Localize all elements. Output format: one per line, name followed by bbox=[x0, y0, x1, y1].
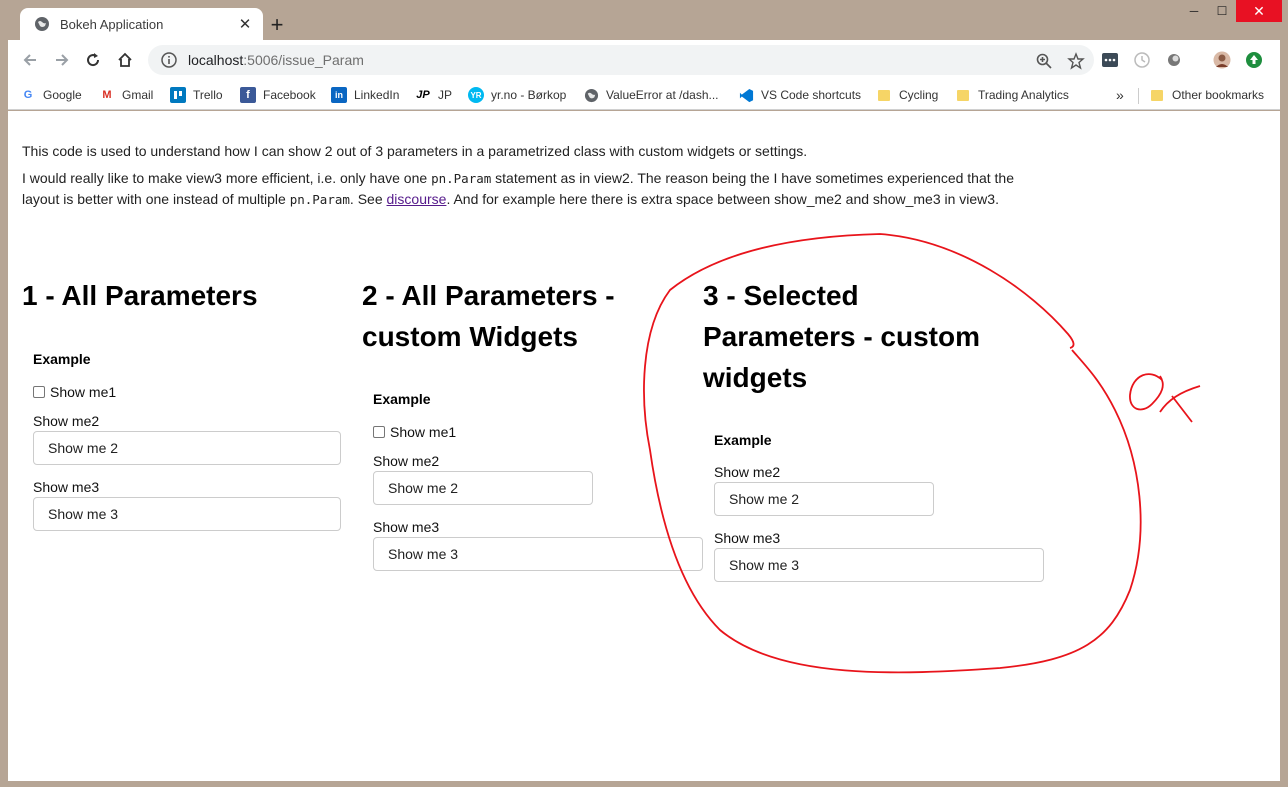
bookmarks-bar: G Google M Gmail Trello f Facebook in Linked… bbox=[8, 80, 1280, 110]
forward-button[interactable] bbox=[50, 48, 74, 72]
minimize-button[interactable]: ─ bbox=[1180, 0, 1208, 22]
example-title: Example bbox=[373, 391, 431, 407]
show-me3-input[interactable]: Show me 3 bbox=[714, 548, 1044, 582]
show-me3-label: Show me3 bbox=[714, 530, 781, 546]
home-icon bbox=[118, 52, 132, 67]
show-me1-checkbox-row[interactable]: Show me1 bbox=[33, 381, 341, 403]
show-me1-checkbox[interactable] bbox=[373, 426, 385, 438]
gmail-icon: M bbox=[102, 89, 112, 101]
show-me2-label: Show me2 bbox=[373, 453, 440, 469]
arrow-left-icon bbox=[23, 54, 36, 66]
update-icon[interactable] bbox=[1245, 51, 1263, 69]
bookmarks-overflow-button[interactable]: » bbox=[1116, 85, 1124, 105]
avatar[interactable] bbox=[1213, 51, 1231, 69]
browser-tab[interactable]: Bokeh Application ✕ bbox=[20, 8, 263, 40]
show-me3-input[interactable]: Show me 3 bbox=[33, 497, 341, 531]
tab-close-button[interactable]: ✕ bbox=[235, 14, 255, 34]
column-2: 2 - All Parameters - custom Widgets Exam… bbox=[362, 275, 703, 571]
folder-icon bbox=[1149, 87, 1165, 103]
timer-extension-icon[interactable] bbox=[1133, 51, 1151, 69]
intro-section: This code is used to understand how I ca… bbox=[22, 141, 1022, 210]
reload-button[interactable] bbox=[81, 48, 105, 72]
zoom-icon[interactable] bbox=[1035, 52, 1053, 70]
address-bar[interactable]: localhost:5006/issue_Param bbox=[148, 45, 1094, 75]
param-panel-3: Example Show me2 Show me 2 Show me3 Show… bbox=[714, 432, 1044, 582]
column-1: 1 - All Parameters Example Show me1 Show… bbox=[22, 275, 352, 531]
extension-icon[interactable] bbox=[1101, 51, 1119, 69]
show-me2-label: Show me2 bbox=[714, 464, 781, 480]
google-icon: G bbox=[23, 89, 33, 101]
column-3-heading: 3 - Selected Parameters - custom widgets bbox=[703, 280, 981, 393]
folder-icon bbox=[955, 87, 971, 103]
show-me1-label: Show me1 bbox=[50, 384, 117, 400]
reload-icon bbox=[87, 53, 100, 67]
bookmark-trello[interactable]: Trello bbox=[170, 85, 223, 105]
description-paragraph: I would really like to make view3 more e… bbox=[22, 170, 1014, 207]
bookmark-gmail[interactable]: M Gmail bbox=[99, 85, 153, 105]
param-panel-2: Example Show me1 Show me2 Show me 2 Show… bbox=[373, 391, 703, 571]
bookmark-jp[interactable]: JP JP bbox=[415, 85, 452, 105]
browser-toolbar: localhost:5006/issue_Param bbox=[8, 40, 1280, 80]
show-me3-label: Show me3 bbox=[373, 519, 440, 535]
globe-icon bbox=[583, 87, 599, 103]
maximize-button[interactable]: ☐ bbox=[1208, 0, 1236, 22]
facebook-icon: f bbox=[240, 87, 256, 103]
globe-icon bbox=[35, 17, 49, 31]
page-viewport: This code is used to understand how I ca… bbox=[8, 111, 1280, 781]
show-me2-label: Show me2 bbox=[33, 413, 100, 429]
example-title: Example bbox=[714, 432, 772, 448]
info-icon[interactable] bbox=[160, 51, 178, 69]
show-me1-checkbox[interactable] bbox=[33, 386, 45, 398]
bookmark-yr[interactable]: YR yr.no - Børkop bbox=[468, 85, 566, 105]
new-tab-button[interactable]: + bbox=[265, 12, 289, 37]
show-me1-label: Show me1 bbox=[390, 424, 457, 440]
jp-icon: JP bbox=[416, 89, 430, 101]
bookmark-facebook[interactable]: f Facebook bbox=[240, 85, 316, 105]
tab-strip: Bokeh Application ✕ + ─ ☐ ✕ bbox=[0, 0, 1282, 40]
folder-icon bbox=[876, 87, 892, 103]
bookmark-vscode[interactable]: VS Code shortcuts bbox=[738, 85, 861, 105]
intro-paragraph: This code is used to understand how I ca… bbox=[22, 143, 808, 159]
show-me2-input[interactable]: Show me 2 bbox=[373, 471, 593, 505]
discourse-link[interactable]: discourse bbox=[387, 191, 447, 207]
back-button[interactable] bbox=[18, 48, 42, 72]
column-1-heading: 1 - All Parameters bbox=[22, 280, 258, 311]
circle-extension-icon[interactable] bbox=[1165, 51, 1183, 69]
code-pn-param: pn.Param bbox=[289, 192, 350, 207]
home-button[interactable] bbox=[113, 48, 137, 72]
vscode-icon bbox=[738, 87, 754, 103]
bookmark-valueerror[interactable]: ValueError at /dash... bbox=[583, 85, 719, 105]
bookmark-cycling[interactable]: Cycling bbox=[876, 85, 938, 105]
column-2-heading: 2 - All Parameters - custom Widgets bbox=[362, 280, 615, 352]
star-icon[interactable] bbox=[1067, 52, 1085, 70]
example-title: Example bbox=[33, 351, 91, 367]
url-text[interactable]: localhost:5006/issue_Param bbox=[188, 52, 1094, 68]
window-close-button[interactable]: ✕ bbox=[1236, 0, 1282, 22]
linkedin-icon: in bbox=[331, 87, 347, 103]
bookmark-google[interactable]: G Google bbox=[20, 85, 82, 105]
show-me1-checkbox-row[interactable]: Show me1 bbox=[373, 421, 703, 443]
yr-icon: YR bbox=[468, 87, 484, 103]
param-panel-1: Example Show me1 Show me2 Show me 2 Show… bbox=[33, 351, 341, 531]
show-me3-label: Show me3 bbox=[33, 479, 100, 495]
show-me3-input[interactable]: Show me 3 bbox=[373, 537, 703, 571]
tab-title: Bokeh Application bbox=[60, 16, 164, 32]
trello-icon bbox=[170, 87, 186, 103]
column-3: 3 - Selected Parameters - custom widgets… bbox=[703, 275, 1044, 582]
bookmark-trading-analytics[interactable]: Trading Analytics bbox=[955, 85, 1069, 105]
other-bookmarks[interactable]: Other bookmarks bbox=[1149, 85, 1264, 105]
show-me2-input[interactable]: Show me 2 bbox=[33, 431, 341, 465]
bookmarks-separator bbox=[1138, 88, 1139, 104]
code-pn-param: pn.Param bbox=[431, 171, 492, 186]
show-me2-input[interactable]: Show me 2 bbox=[714, 482, 934, 516]
bookmark-linkedin[interactable]: in LinkedIn bbox=[331, 85, 399, 105]
arrow-right-icon bbox=[56, 54, 69, 66]
